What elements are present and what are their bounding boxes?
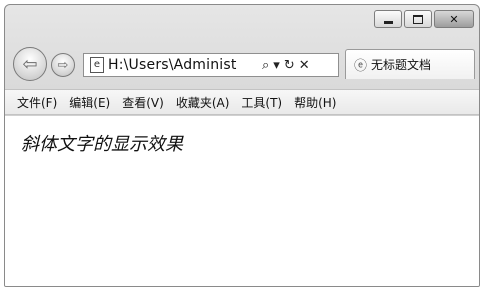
- arrow-right-icon: ⇨: [57, 57, 69, 73]
- tab-current[interactable]: ⓔ 无标题文档: [345, 49, 475, 79]
- menu-view[interactable]: 查看(V): [122, 94, 164, 111]
- menu-file[interactable]: 文件(F): [17, 94, 57, 111]
- back-button[interactable]: ⇦: [13, 47, 47, 81]
- stop-icon[interactable]: ✕: [299, 58, 310, 73]
- maximize-button[interactable]: [404, 10, 432, 28]
- tab-title: 无标题文档: [371, 58, 432, 72]
- address-tools: ⌕ ▾ ↻ ✕: [262, 58, 310, 73]
- close-button[interactable]: ✕: [434, 10, 474, 28]
- navigation-bar: ⇦ ⇨ e H:\Users\Administ ⌕ ▾ ↻ ✕ ⓔ 无标题文档: [13, 45, 475, 83]
- ie-page-icon: e: [90, 57, 104, 73]
- minimize-button[interactable]: [374, 10, 402, 28]
- ie-tab-icon: ⓔ: [354, 59, 368, 74]
- menu-help[interactable]: 帮助(H): [294, 94, 336, 111]
- italic-text: 斜体文字的显示效果: [21, 134, 183, 155]
- browser-window: ✕ ⇦ ⇨ e H:\Users\Administ ⌕ ▾ ↻ ✕ ⓔ 无标题文…: [4, 4, 480, 287]
- dropdown-icon[interactable]: ▾: [273, 58, 280, 73]
- address-bar[interactable]: e H:\Users\Administ ⌕ ▾ ↻ ✕: [83, 53, 339, 77]
- maximize-icon: [413, 14, 423, 24]
- window-controls: ✕: [374, 10, 474, 28]
- close-icon: ✕: [449, 12, 459, 26]
- menu-edit[interactable]: 编辑(E): [69, 94, 110, 111]
- search-icon[interactable]: ⌕: [262, 58, 269, 73]
- arrow-left-icon: ⇦: [22, 53, 38, 75]
- menu-tools[interactable]: 工具(T): [241, 94, 282, 111]
- minimize-icon: [383, 20, 393, 24]
- page-content: 斜体文字的显示效果: [5, 115, 479, 286]
- address-text: H:\Users\Administ: [108, 57, 237, 73]
- refresh-icon[interactable]: ↻: [284, 58, 295, 73]
- menu-favorites[interactable]: 收藏夹(A): [176, 94, 230, 111]
- menu-bar: 文件(F) 编辑(E) 查看(V) 收藏夹(A) 工具(T) 帮助(H): [5, 89, 479, 115]
- forward-button[interactable]: ⇨: [51, 53, 75, 77]
